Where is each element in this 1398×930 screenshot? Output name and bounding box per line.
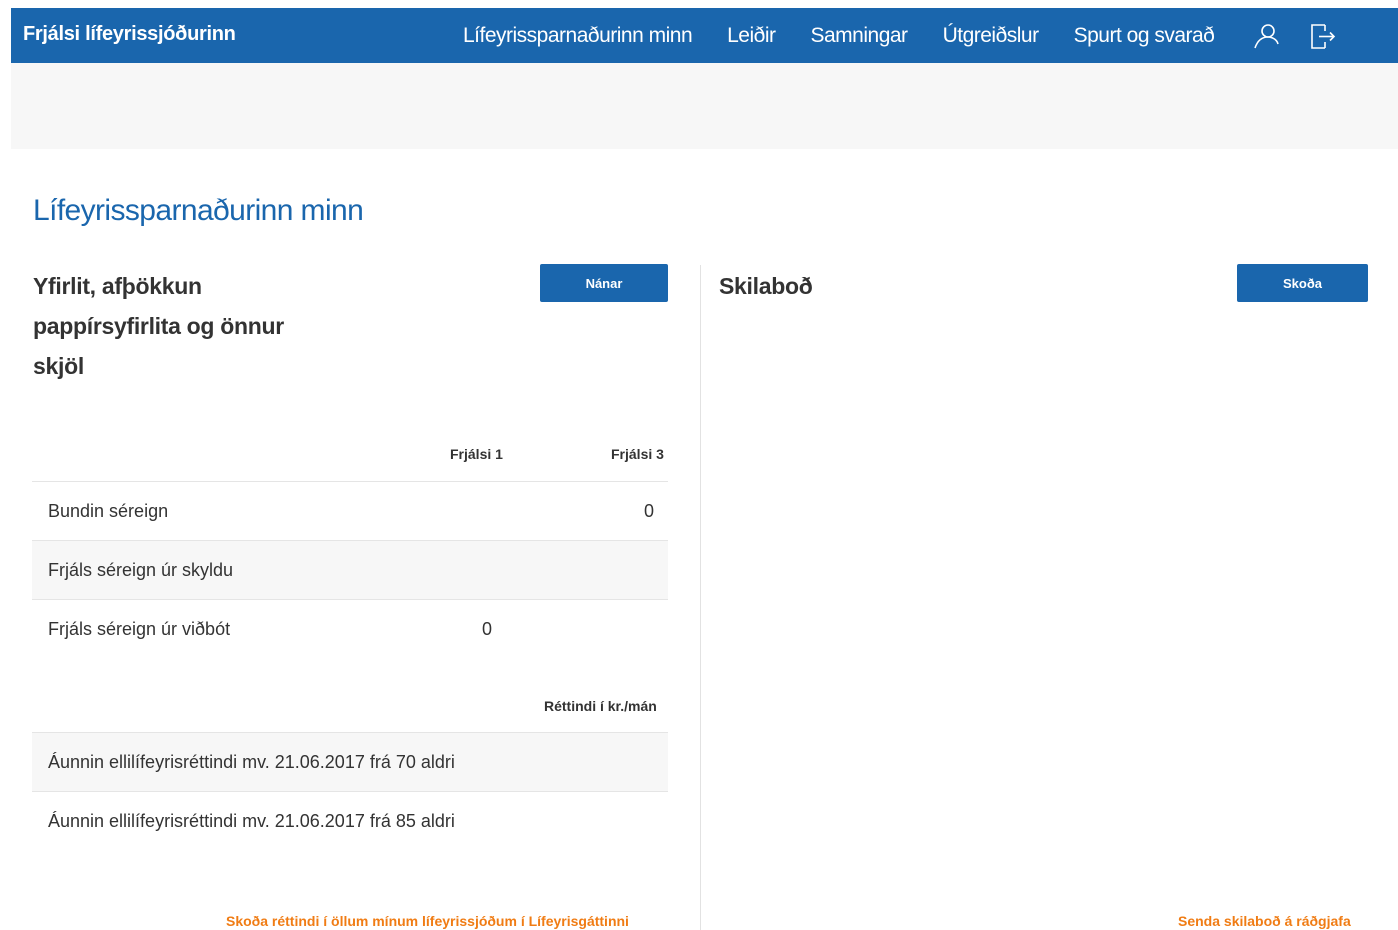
nav-item-my-savings[interactable]: Lífeyrissparnaðurinn minn xyxy=(463,24,693,48)
user-icon[interactable] xyxy=(1249,19,1283,53)
panel-divider xyxy=(700,265,701,930)
row-value-frjalsi-3: 0 xyxy=(644,501,655,521)
logout-icon[interactable] xyxy=(1305,19,1339,53)
brand-name[interactable]: Frjálsi lífeyrissjóðurinn xyxy=(23,23,236,46)
table-row: Áunnin ellilífeyrisréttindi mv. 21.06.20… xyxy=(32,791,668,850)
send-message-link[interactable]: Senda skilaboð á ráðgjafa xyxy=(1178,913,1351,929)
nav-item-faq[interactable]: Spurt og svarað xyxy=(1074,24,1215,48)
column-header-frjalsi-3: Frjálsi 3 xyxy=(611,446,664,462)
pension-portal-link[interactable]: Skoða réttindi í öllum mínum lífeyrissjó… xyxy=(226,913,629,929)
row-label: Bundin séreign xyxy=(48,501,169,521)
view-messages-button[interactable]: Skoða xyxy=(1237,264,1368,302)
row-value-frjalsi-1: 0 xyxy=(482,619,493,639)
overview-title-line: pappírsyfirlita og önnur xyxy=(33,313,284,339)
top-navigation-bar: Frjálsi lífeyrissjóðurinn Lífeyrissparna… xyxy=(11,8,1398,63)
page-title: Lífeyrissparnaðurinn minn xyxy=(33,194,364,227)
messages-title: Skilaboð xyxy=(719,273,813,299)
overview-title-line: skjöl xyxy=(33,353,84,379)
row-label: Frjáls séreign úr skyldu xyxy=(48,560,234,580)
rights-column-header: Réttindi í kr./mán xyxy=(544,698,657,714)
row-label: Frjáls séreign úr viðbót xyxy=(48,619,231,639)
details-button[interactable]: Nánar xyxy=(540,264,668,302)
table-row: Áunnin ellilífeyrisréttindi mv. 21.06.20… xyxy=(32,732,668,791)
nav-item-funds[interactable]: Leiðir xyxy=(727,24,776,48)
table-row: Frjáls séreign úr viðbót 0 xyxy=(32,599,668,658)
overview-title: Yfirlit, afþökkun pappírsyfirlita og önn… xyxy=(33,266,333,386)
header-band xyxy=(11,63,1398,149)
nav-item-agreements[interactable]: Samningar xyxy=(811,24,909,48)
row-label: Áunnin ellilífeyrisréttindi mv. 21.06.20… xyxy=(48,811,455,831)
main-nav: Lífeyrissparnaðurinn minn Leiðir Samning… xyxy=(463,8,1361,63)
overview-title-line: Yfirlit, afþökkun xyxy=(33,273,202,299)
table-row: Frjáls séreign úr skyldu xyxy=(32,540,668,599)
table-row: Bundin séreign 0 xyxy=(32,481,668,540)
row-label: Áunnin ellilífeyrisréttindi mv. 21.06.20… xyxy=(48,752,455,772)
column-header-frjalsi-1: Frjálsi 1 xyxy=(450,446,503,462)
nav-item-payouts[interactable]: Útgreiðslur xyxy=(943,24,1040,48)
